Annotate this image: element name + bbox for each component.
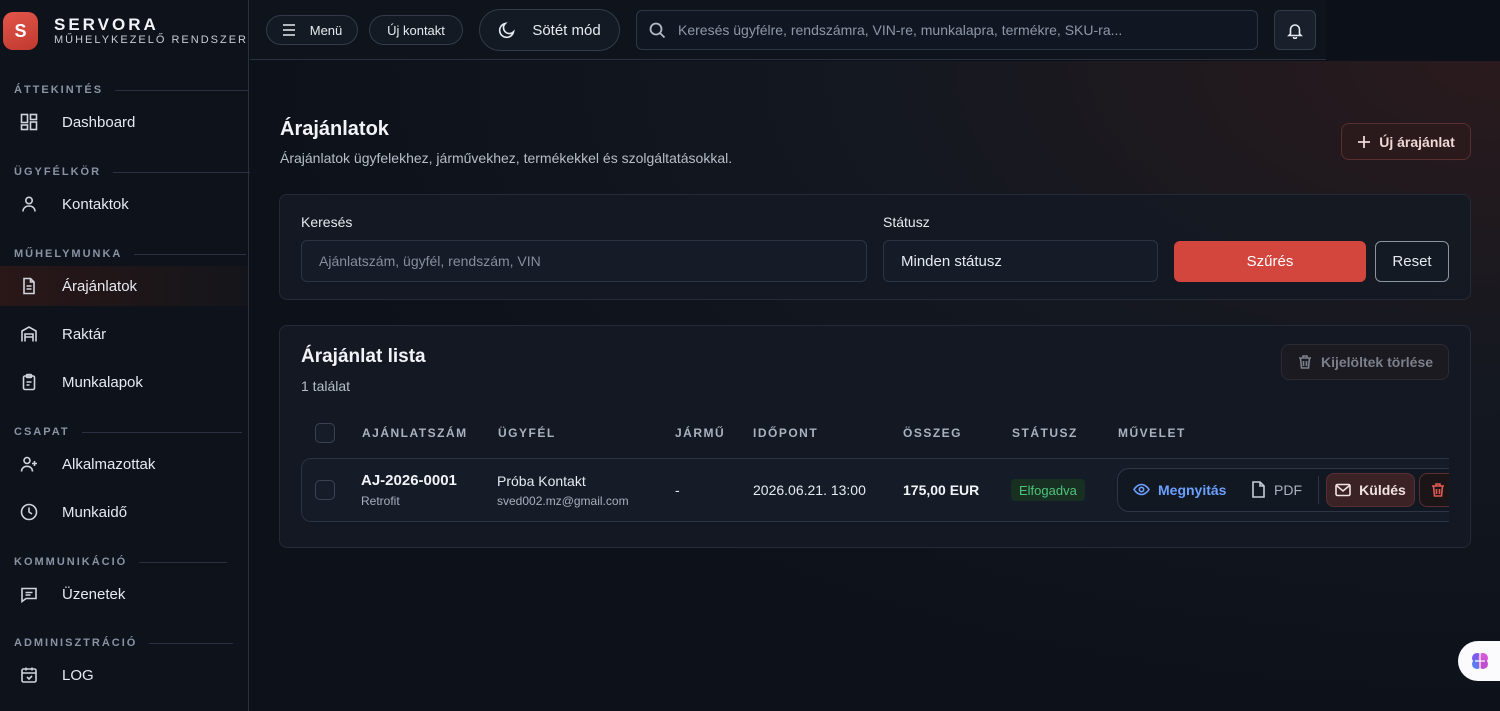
clipboard-icon (20, 373, 38, 391)
user-icon (20, 195, 38, 213)
column-header-number: AJÁNLATSZÁM (362, 426, 468, 440)
trash-icon (1431, 483, 1444, 497)
open-quote-button[interactable]: Megnyitás (1133, 481, 1226, 498)
dashboard-icon (20, 113, 38, 131)
client-name: Próba Kontakt (497, 473, 586, 489)
quote-number[interactable]: AJ-2026-0001 (361, 472, 457, 489)
column-header-actions: MŰVELET (1118, 426, 1186, 440)
select-all-checkbox[interactable] (315, 423, 335, 443)
status-select[interactable]: Minden státusz (883, 240, 1158, 282)
sidebar-item-worksheets[interactable]: Munkalapok (0, 362, 248, 402)
page-subtitle: Árajánlatok ügyfelekhez, járművekhez, te… (280, 150, 733, 166)
clock-icon (20, 503, 38, 521)
brand-logo: S (3, 12, 38, 50)
dark-mode-toggle[interactable]: Sötét mód (479, 9, 620, 51)
bell-icon (1287, 24, 1303, 39)
section-label-workshop: MŰHELYMUNKA (14, 248, 247, 260)
sidebar-item-log[interactable]: LOG (0, 655, 248, 695)
status-field-label: Státusz (883, 214, 930, 230)
brand-name: SERVORA (54, 15, 159, 34)
new-contact-button[interactable]: Új kontakt (369, 15, 463, 45)
delete-selected-button[interactable]: Kijelöltek törlése (1281, 344, 1449, 380)
section-label-communication: KOMMUNIKÁCIÓ (14, 556, 228, 568)
mail-icon (1335, 483, 1351, 497)
sidebar-item-warehouse[interactable]: Raktár (0, 314, 248, 354)
actions-divider (1318, 476, 1319, 504)
calendar-icon (20, 666, 38, 684)
column-header-date: IDŐPONT (753, 426, 819, 440)
sidebar-item-worktime[interactable]: Munkaidő (0, 492, 248, 532)
hamburger-icon (282, 24, 295, 36)
new-quote-button[interactable]: Új árajánlat (1341, 123, 1471, 160)
sidebar-item-label: Kontaktok (62, 195, 129, 213)
user-plus-icon (20, 455, 38, 473)
sidebar-item-messages[interactable]: Üzenetek (0, 574, 248, 614)
column-header-status: STÁTUSZ (1012, 426, 1078, 440)
eye-icon (1133, 483, 1150, 496)
sidebar-item-label: Árajánlatok (62, 277, 138, 295)
row-checkbox[interactable] (315, 480, 335, 500)
warehouse-icon (20, 325, 38, 343)
notifications-button[interactable] (1274, 10, 1316, 50)
brand-subtitle: MŰHELYKEZELŐ RENDSZER (54, 34, 248, 46)
sidebar-item-label: Üzenetek (62, 585, 126, 603)
sidebar-item-quotes[interactable]: Árajánlatok (0, 266, 248, 306)
sidebar-item-label: Alkalmazottak (62, 455, 156, 473)
client-email: sved002.mz@gmail.com (497, 494, 629, 508)
trash-icon (1298, 355, 1311, 369)
message-icon (20, 585, 38, 603)
brain-icon (1472, 653, 1488, 669)
sidebar-item-label: Dashboard (62, 113, 136, 131)
vehicle-value: - (675, 482, 680, 498)
pdf-button[interactable]: PDF (1251, 481, 1302, 498)
document-icon (20, 277, 38, 295)
reset-button[interactable]: Reset (1375, 241, 1449, 282)
column-header-client: ÜGYFÉL (498, 426, 556, 440)
assistant-button[interactable] (1458, 641, 1500, 681)
amount-value: 175,00 EUR (903, 482, 980, 498)
sidebar: S SERVORA MŰHELYKEZELŐ RENDSZER ÁTTEKINT… (0, 0, 254, 711)
plus-icon (1358, 135, 1371, 148)
global-search-input[interactable]: Keresés ügyfélre, rendszámra, VIN-re, mu… (636, 10, 1258, 50)
file-icon (1252, 481, 1265, 498)
moon-icon (499, 22, 516, 39)
sidebar-item-label: Raktár (62, 325, 107, 343)
sidebar-item-employees[interactable]: Alkalmazottak (0, 444, 248, 484)
send-button[interactable]: Küldés (1326, 473, 1415, 507)
status-badge: Elfogadva (1011, 479, 1085, 501)
topbar: Menü Új kontakt Sötét mód Keresés ügyfél… (250, 0, 1326, 60)
column-header-vehicle: JÁRMŰ (675, 426, 726, 440)
filter-button[interactable]: Szűrés (1174, 241, 1366, 282)
delete-row-button[interactable] (1419, 473, 1449, 507)
quote-search-input[interactable]: Ajánlatszám, ügyfél, rendszám, VIN (301, 240, 867, 282)
column-header-amount: ÖSSZEG (903, 426, 963, 440)
sidebar-item-dashboard[interactable]: Dashboard (0, 102, 248, 142)
sidebar-item-contacts[interactable]: Kontaktok (0, 184, 248, 224)
sidebar-item-label: Munkaidő (62, 503, 128, 521)
list-title: Árajánlat lista (301, 346, 426, 367)
menu-button[interactable]: Menü (266, 15, 358, 45)
quote-type: Retrofit (361, 494, 400, 508)
sidebar-item-label: LOG (62, 666, 94, 684)
sidebar-item-label: Munkalapok (62, 373, 143, 391)
result-count: 1 találat (301, 378, 351, 394)
section-label-clients: ÜGYFÉLKÖR (14, 166, 254, 178)
brand[interactable]: S SERVORA MŰHELYKEZELŐ RENDSZER (0, 0, 248, 62)
date-value: 2026.06.21. 13:00 (753, 482, 866, 498)
search-icon (649, 22, 666, 38)
search-field-label: Keresés (301, 214, 353, 230)
section-label-overview: ÁTTEKINTÉS (14, 84, 250, 96)
section-label-team: CSAPAT (14, 426, 242, 438)
section-label-admin: ADMINISZTRÁCIÓ (14, 637, 234, 649)
page-title: Árajánlatok (280, 118, 389, 140)
